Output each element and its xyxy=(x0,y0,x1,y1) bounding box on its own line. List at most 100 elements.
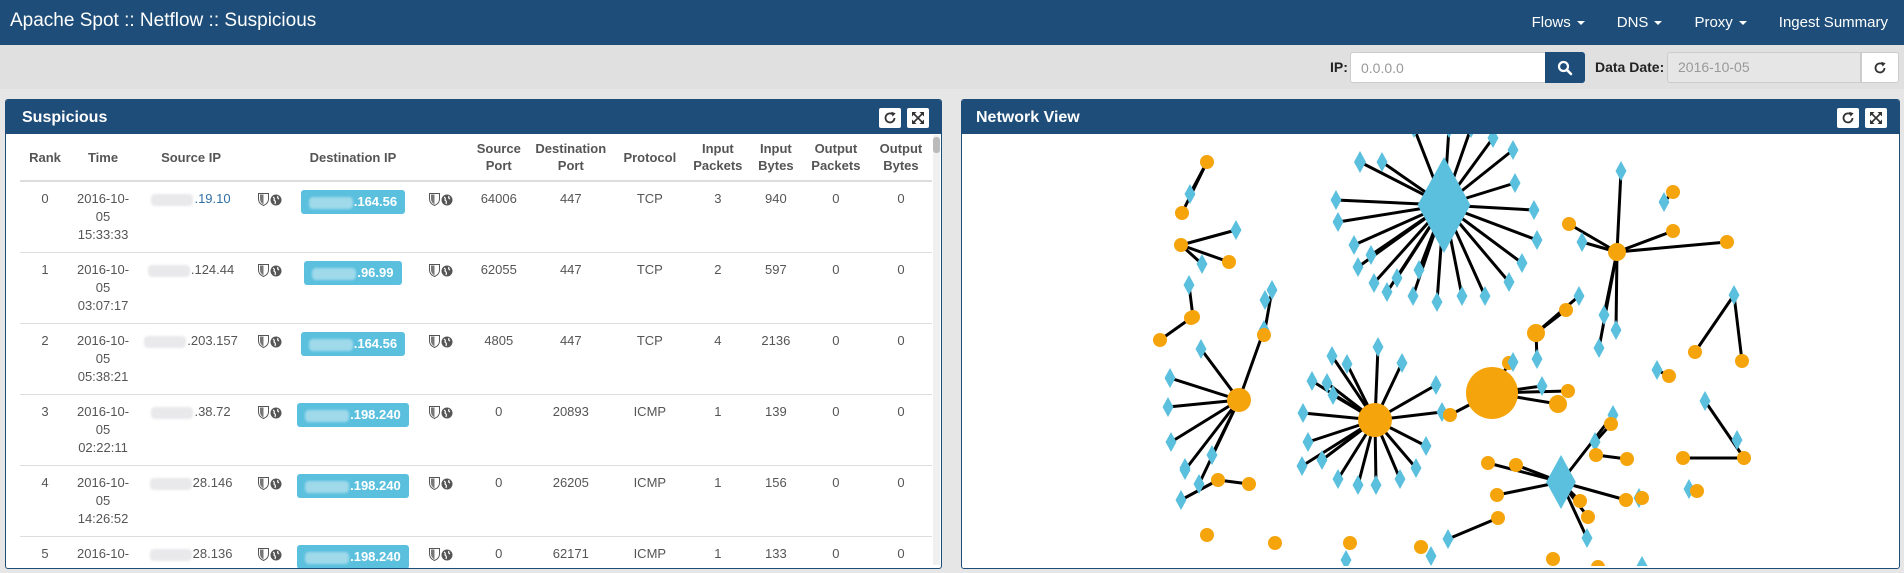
host-node-diamond[interactable] xyxy=(1330,190,1342,210)
host-node-diamond[interactable] xyxy=(1196,254,1208,274)
table-scrollbar-thumb[interactable] xyxy=(933,137,940,153)
col-source-ip[interactable]: Source IP xyxy=(136,134,247,182)
suspicious-expand-button[interactable] xyxy=(907,108,929,128)
geo-globe-icon[interactable] xyxy=(270,336,282,348)
col-output-packets[interactable]: Output Packets xyxy=(801,134,870,182)
col-input-bytes[interactable]: Input Bytes xyxy=(749,134,802,182)
host-node-diamond[interactable] xyxy=(1410,458,1422,478)
reputation-shield-icon[interactable] xyxy=(258,335,270,349)
reputation-shield-icon[interactable] xyxy=(428,264,440,278)
col-protocol[interactable]: Protocol xyxy=(613,134,686,182)
col-output-bytes[interactable]: Output Bytes xyxy=(869,134,932,182)
network-expand-button[interactable] xyxy=(1865,108,1887,128)
host-node-circle[interactable] xyxy=(1619,493,1633,507)
host-node-circle[interactable] xyxy=(1509,458,1523,472)
host-node-circle[interactable] xyxy=(1481,456,1495,470)
host-node-diamond[interactable] xyxy=(1353,151,1367,173)
host-node-diamond[interactable] xyxy=(1442,529,1454,549)
table-row[interactable]: 5 2016-10- 28.136.198.240 0 62171 ICMP 1 133 0 0 xyxy=(20,536,932,568)
geo-globe-icon[interactable] xyxy=(270,549,282,561)
host-node-circle[interactable] xyxy=(1589,448,1603,462)
destination-ip-badge[interactable]: .96.99 xyxy=(304,261,402,285)
host-node-diamond[interactable] xyxy=(1352,475,1364,495)
reputation-shield-icon[interactable] xyxy=(428,193,440,207)
nav-ingest-summary-link[interactable]: Ingest Summary xyxy=(1763,14,1904,31)
host-node-circle[interactable] xyxy=(1268,536,1282,550)
geo-globe-icon[interactable] xyxy=(441,265,453,277)
host-node-circle[interactable] xyxy=(1737,451,1751,465)
source-ip-link[interactable]: .124.44 xyxy=(147,262,234,277)
host-node-circle[interactable] xyxy=(1561,384,1575,398)
host-node-diamond[interactable] xyxy=(1183,275,1195,295)
host-node-diamond[interactable] xyxy=(1352,257,1364,277)
destination-ip-badge[interactable]: .198.240 xyxy=(297,474,409,498)
geo-globe-icon[interactable] xyxy=(441,336,453,348)
destination-ip-badge[interactable]: .198.240 xyxy=(297,403,409,427)
host-node-circle[interactable] xyxy=(1604,417,1618,431)
geo-globe-icon[interactable] xyxy=(441,194,453,206)
host-node-circle[interactable] xyxy=(1735,354,1749,368)
reputation-shield-icon[interactable] xyxy=(258,193,270,207)
geo-globe-icon[interactable] xyxy=(270,194,282,206)
host-node-circle[interactable] xyxy=(1559,303,1573,317)
reload-date-button[interactable] xyxy=(1861,52,1899,83)
geo-globe-icon[interactable] xyxy=(270,407,282,419)
host-node-circle[interactable] xyxy=(1343,536,1357,550)
reputation-shield-icon[interactable] xyxy=(258,548,270,562)
host-node-diamond[interactable] xyxy=(1297,403,1309,423)
host-node-diamond[interactable] xyxy=(1615,161,1627,181)
network-graph[interactable] xyxy=(962,118,1897,568)
source-ip-link[interactable]: .203.157 xyxy=(144,333,238,348)
host-node-diamond[interactable] xyxy=(1372,337,1384,357)
host-node-circle[interactable] xyxy=(1635,491,1649,505)
table-scrollbar[interactable] xyxy=(933,135,940,565)
host-node-circle[interactable] xyxy=(1222,255,1236,269)
reputation-shield-icon[interactable] xyxy=(428,406,440,420)
host-node-circle[interactable] xyxy=(1490,488,1504,502)
host-node-circle[interactable] xyxy=(1527,324,1545,342)
host-node-diamond[interactable] xyxy=(1296,456,1308,476)
reputation-shield-icon[interactable] xyxy=(428,477,440,491)
reputation-shield-icon[interactable] xyxy=(258,264,270,278)
host-node-circle[interactable] xyxy=(1257,328,1271,342)
ip-search-input[interactable] xyxy=(1350,52,1545,83)
geo-globe-icon[interactable] xyxy=(441,478,453,490)
destination-ip-badge[interactable]: .164.56 xyxy=(300,190,406,214)
host-node-diamond[interactable] xyxy=(1164,368,1176,388)
host-node-diamond[interactable] xyxy=(1376,152,1388,172)
host-node-circle[interactable] xyxy=(1466,367,1518,419)
col-rank[interactable]: Rank xyxy=(20,134,71,182)
destination-ip-badge[interactable]: .198.240 xyxy=(297,545,409,568)
host-node-diamond[interactable] xyxy=(1531,230,1543,250)
host-node-diamond[interactable] xyxy=(1302,432,1314,452)
suspicious-reload-button[interactable] xyxy=(879,108,901,128)
source-ip-link[interactable]: .38.72 xyxy=(151,404,231,419)
table-row[interactable]: 2 2016-10-05 05:38:21.203.157.164.56 4805 4… xyxy=(20,323,932,395)
host-node-diamond[interactable] xyxy=(1165,432,1177,452)
host-node-diamond[interactable] xyxy=(1431,292,1443,312)
host-node-circle[interactable] xyxy=(1662,369,1676,383)
reputation-shield-icon[interactable] xyxy=(428,548,440,562)
reputation-shield-icon[interactable] xyxy=(428,335,440,349)
host-node-diamond[interactable] xyxy=(1179,458,1191,478)
host-node-circle[interactable] xyxy=(1211,473,1225,487)
geo-globe-icon[interactable] xyxy=(270,478,282,490)
host-node-diamond[interactable] xyxy=(1162,397,1174,417)
host-node-diamond[interactable] xyxy=(1175,490,1187,510)
host-node-diamond[interactable] xyxy=(1516,253,1528,273)
host-node-circle[interactable] xyxy=(1491,511,1505,525)
geo-globe-icon[interactable] xyxy=(441,549,453,561)
host-node-circle[interactable] xyxy=(1358,403,1392,437)
host-node-circle[interactable] xyxy=(1546,552,1560,566)
geo-globe-icon[interactable] xyxy=(441,407,453,419)
col-input-packets[interactable]: Input Packets xyxy=(685,134,750,182)
host-node-diamond[interactable] xyxy=(1316,450,1328,470)
host-node-circle[interactable] xyxy=(1562,217,1576,231)
host-node-circle[interactable] xyxy=(1666,185,1680,199)
host-node-circle[interactable] xyxy=(1676,451,1690,465)
host-node-circle[interactable] xyxy=(1573,494,1587,508)
host-node-circle[interactable] xyxy=(1591,560,1605,568)
reputation-shield-icon[interactable] xyxy=(258,406,270,420)
host-node-circle[interactable] xyxy=(1549,395,1567,413)
host-node-diamond[interactable] xyxy=(1528,200,1540,220)
